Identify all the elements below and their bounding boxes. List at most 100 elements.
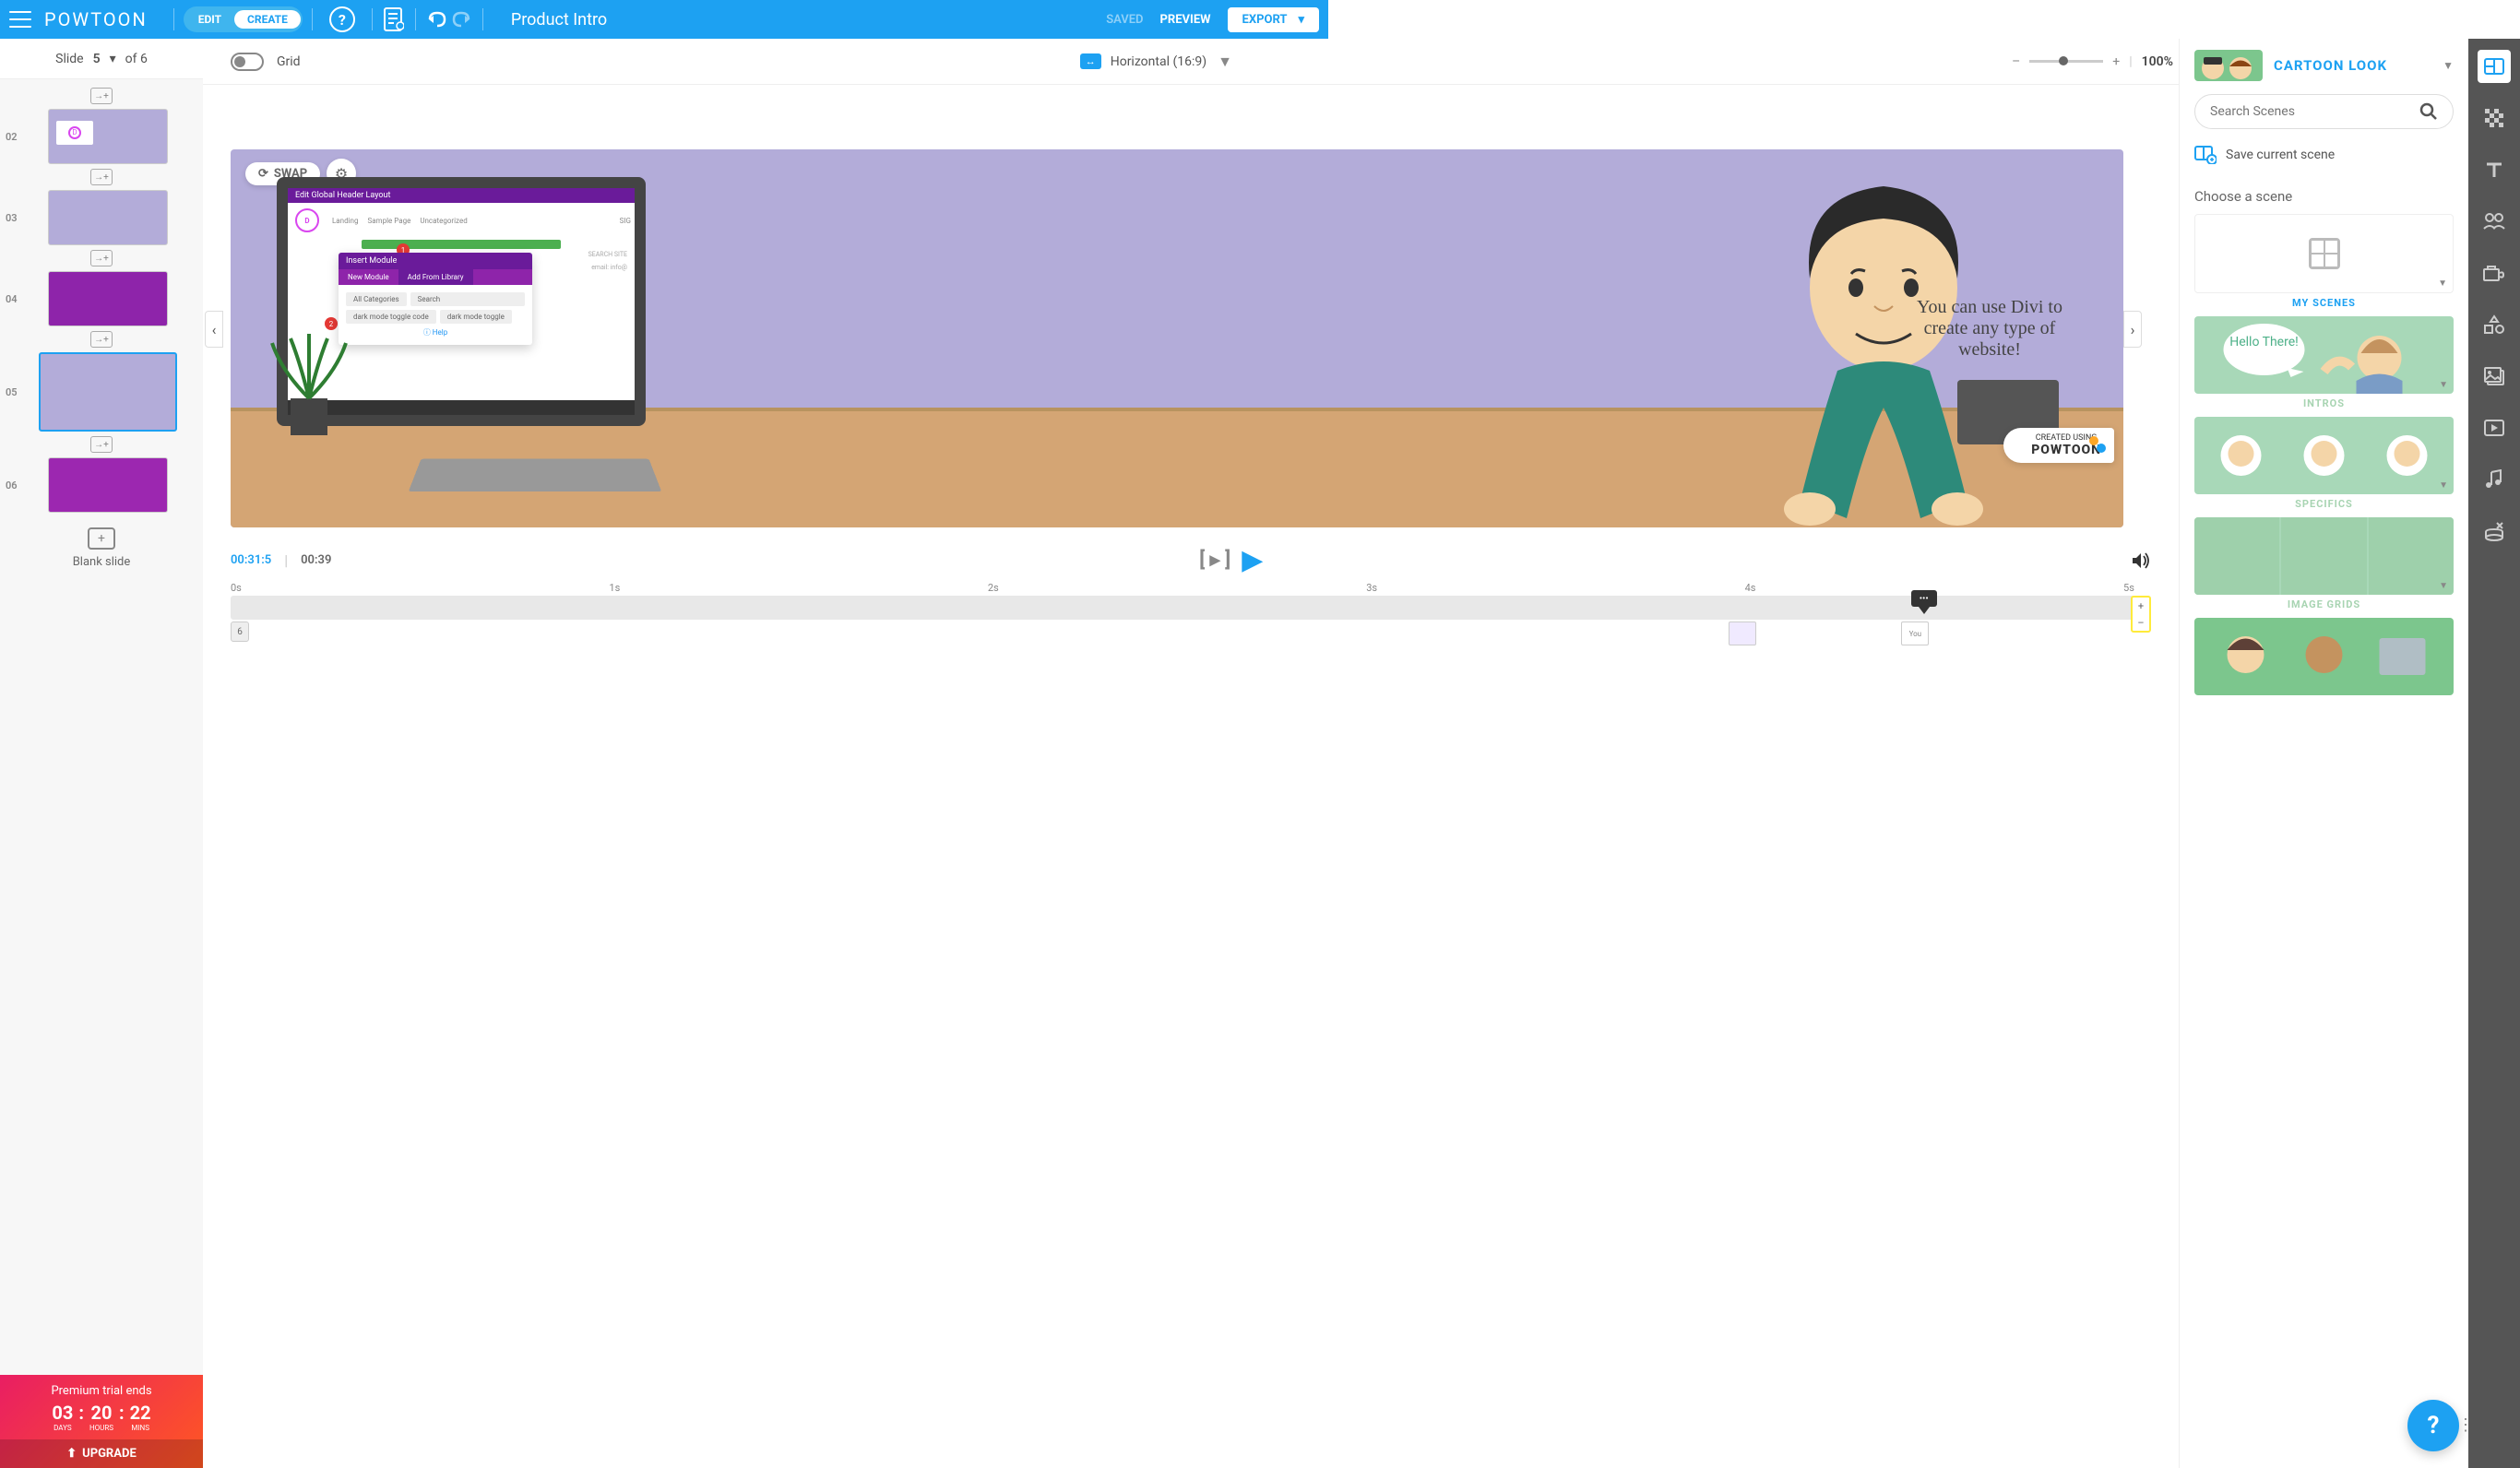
scene-card-image-grids[interactable]: ▼ <box>2194 517 2454 595</box>
premium-title: Premium trial ends <box>0 1384 203 1398</box>
slide-thumb[interactable]: D <box>48 109 168 164</box>
upgrade-button[interactable]: ⬆ UPGRADE <box>0 1439 203 1468</box>
mode-toggle[interactable]: EDIT CREATE <box>184 6 303 32</box>
grid-icon <box>2309 238 2340 269</box>
chevron-down-icon[interactable]: ▾ <box>110 52 116 66</box>
project-title[interactable]: Product Intro <box>511 10 607 30</box>
slide-row[interactable]: 03 <box>0 188 203 247</box>
time-total: 00:39 <box>301 553 331 567</box>
save-scene-button[interactable]: Save current scene <box>2194 140 2454 177</box>
grid-toggle[interactable] <box>231 53 264 71</box>
menu-hamburger-icon[interactable] <box>9 11 31 28</box>
add-slide-between[interactable]: →+ <box>0 433 203 456</box>
help-fab-button[interactable]: ? <box>2407 1400 2459 1451</box>
slide-number: 02 <box>6 131 24 143</box>
play-button[interactable]: ▶ <box>1242 544 1263 576</box>
add-slide-between[interactable]: →+ <box>0 166 203 188</box>
slide-thumb-active[interactable] <box>39 352 177 432</box>
rail-video-button[interactable] <box>2478 411 2511 444</box>
help-more-button[interactable]: ⋮ <box>2457 1415 2474 1435</box>
add-slide-between[interactable]: →+ <box>0 328 203 350</box>
people-icon <box>2483 212 2505 231</box>
page-icon[interactable] <box>382 6 406 33</box>
zoom-plus-button[interactable]: + <box>2112 54 2120 69</box>
rail-background-button[interactable] <box>2478 101 2511 135</box>
look-selector[interactable]: CARTOON LOOK ▼ <box>2194 50 2454 81</box>
timeline-zoom-plus[interactable]: + <box>2133 598 2149 614</box>
slide-of-total: of 6 <box>125 52 148 66</box>
add-slide-between[interactable]: →+ <box>0 85 203 107</box>
slide-thumb[interactable] <box>48 271 168 326</box>
preview-button[interactable]: PREVIEW <box>1160 13 1211 27</box>
mode-edit[interactable]: EDIT <box>185 10 234 29</box>
search-input[interactable] <box>2210 104 2419 119</box>
add-slide-between[interactable]: →+ <box>0 247 203 269</box>
countdown: 03DAYS : 20HOURS : 22MINS <box>0 1402 203 1432</box>
slide-row[interactable]: 06 <box>0 456 203 515</box>
rail-props-button[interactable] <box>2478 256 2511 290</box>
chevron-down-icon[interactable]: ▼ <box>1218 53 1232 71</box>
slide-thumb[interactable] <box>48 190 168 245</box>
slide-row[interactable]: 05 <box>0 350 203 433</box>
scene-card-my-scenes[interactable]: ▼ <box>2194 214 2454 293</box>
redo-icon[interactable] <box>449 6 473 33</box>
keyboard-graphic <box>409 459 661 491</box>
playhead[interactable]: ••• <box>1911 590 1937 614</box>
add-slide-icon: →+ <box>90 88 113 104</box>
chevron-down-icon: ▼ <box>2439 480 2448 491</box>
slide-row[interactable]: 02 D <box>0 107 203 166</box>
orientation-dropdown[interactable]: Horizontal (16:9) <box>1111 54 1207 69</box>
search-icon[interactable] <box>2419 102 2438 121</box>
slide-number: 03 <box>6 212 24 224</box>
blank-slide-button[interactable]: + Blank slide <box>0 515 203 582</box>
export-button[interactable]: EXPORT ▾ <box>1228 7 1319 32</box>
section-my-scenes: MY SCENES <box>2194 297 2454 309</box>
upgrade-icon: ⬆ <box>66 1447 77 1461</box>
slide-thumb[interactable] <box>48 457 168 513</box>
slide-navigator: Slide 5 ▾ of 6 <box>0 39 203 79</box>
scene-card-intros[interactable]: Hello There! ▼ <box>2194 316 2454 394</box>
search-scenes-input[interactable] <box>2194 94 2454 129</box>
rail-characters-button[interactable] <box>2478 205 2511 238</box>
sound-icon[interactable] <box>2131 551 2151 570</box>
chevron-down-icon: ▼ <box>2439 581 2448 591</box>
rail-shapes-button[interactable] <box>2478 308 2511 341</box>
playback-bar: 00:31:5 | 00:39 [ ▸ ] ▶ <box>203 537 2179 578</box>
save-scene-label: Save current scene <box>2226 148 2335 162</box>
timeline-track[interactable]: ••• <box>231 596 2151 620</box>
slide-row[interactable]: 04 <box>0 269 203 328</box>
zoom-slider[interactable] <box>2029 60 2103 63</box>
timeline-clip[interactable] <box>1729 622 1756 645</box>
rail-specials-button[interactable] <box>2478 515 2511 548</box>
section-image-grids: IMAGE GRIDS <box>2194 598 2454 610</box>
separator <box>415 8 416 30</box>
scene-card-extra[interactable] <box>2194 618 2454 695</box>
canvas-area: Grid ↔ Horizontal (16:9) ▼ – + | 100% ‹ … <box>203 39 2179 1468</box>
next-slide-button[interactable]: › <box>2123 311 2142 348</box>
caption-text[interactable]: You can use Divi to create any type of w… <box>1911 297 2068 361</box>
cd-mins: 22 <box>130 1402 151 1424</box>
rail-text-button[interactable] <box>2478 153 2511 186</box>
cd-hours: 20 <box>89 1402 113 1424</box>
timeline-slide-badge[interactable]: 6 <box>231 622 249 642</box>
rail-scenes-button[interactable] <box>2478 50 2511 83</box>
canvas-stage[interactable]: ⟳ SWAP ⚙ Edit Global Header Layout D Lan… <box>231 149 2123 527</box>
scene-card-specifics[interactable]: ▼ <box>2194 417 2454 494</box>
help-icon[interactable]: ? <box>329 6 355 32</box>
play-brackets-icon[interactable]: [ ▸ ] <box>1199 549 1230 572</box>
slides-panel: Slide 5 ▾ of 6 →+ 02 D →+ 03 →+ 04 →+ 05… <box>0 39 203 1468</box>
zoom-minus-button[interactable]: – <box>2012 54 2020 69</box>
prev-slide-button[interactable]: ‹ <box>205 311 223 348</box>
right-panel: CARTOON LOOK ▼ Save current scene Choose… <box>2179 39 2520 1468</box>
slides-list[interactable]: →+ 02 D →+ 03 →+ 04 →+ 05 →+ 06 + Blank … <box>0 79 203 1375</box>
undo-icon[interactable] <box>425 6 449 33</box>
chevron-down-icon[interactable]: ▼ <box>2443 59 2454 72</box>
rail-images-button[interactable] <box>2478 360 2511 393</box>
separator <box>372 8 373 30</box>
cd-days: 03 <box>52 1402 73 1424</box>
step-2-bubble: 2 <box>325 317 338 330</box>
rail-sound-button[interactable] <box>2478 463 2511 496</box>
timeline-clip-you[interactable]: You <box>1901 622 1929 645</box>
mode-create[interactable]: CREATE <box>234 10 301 29</box>
slide-current[interactable]: 5 <box>93 52 101 66</box>
